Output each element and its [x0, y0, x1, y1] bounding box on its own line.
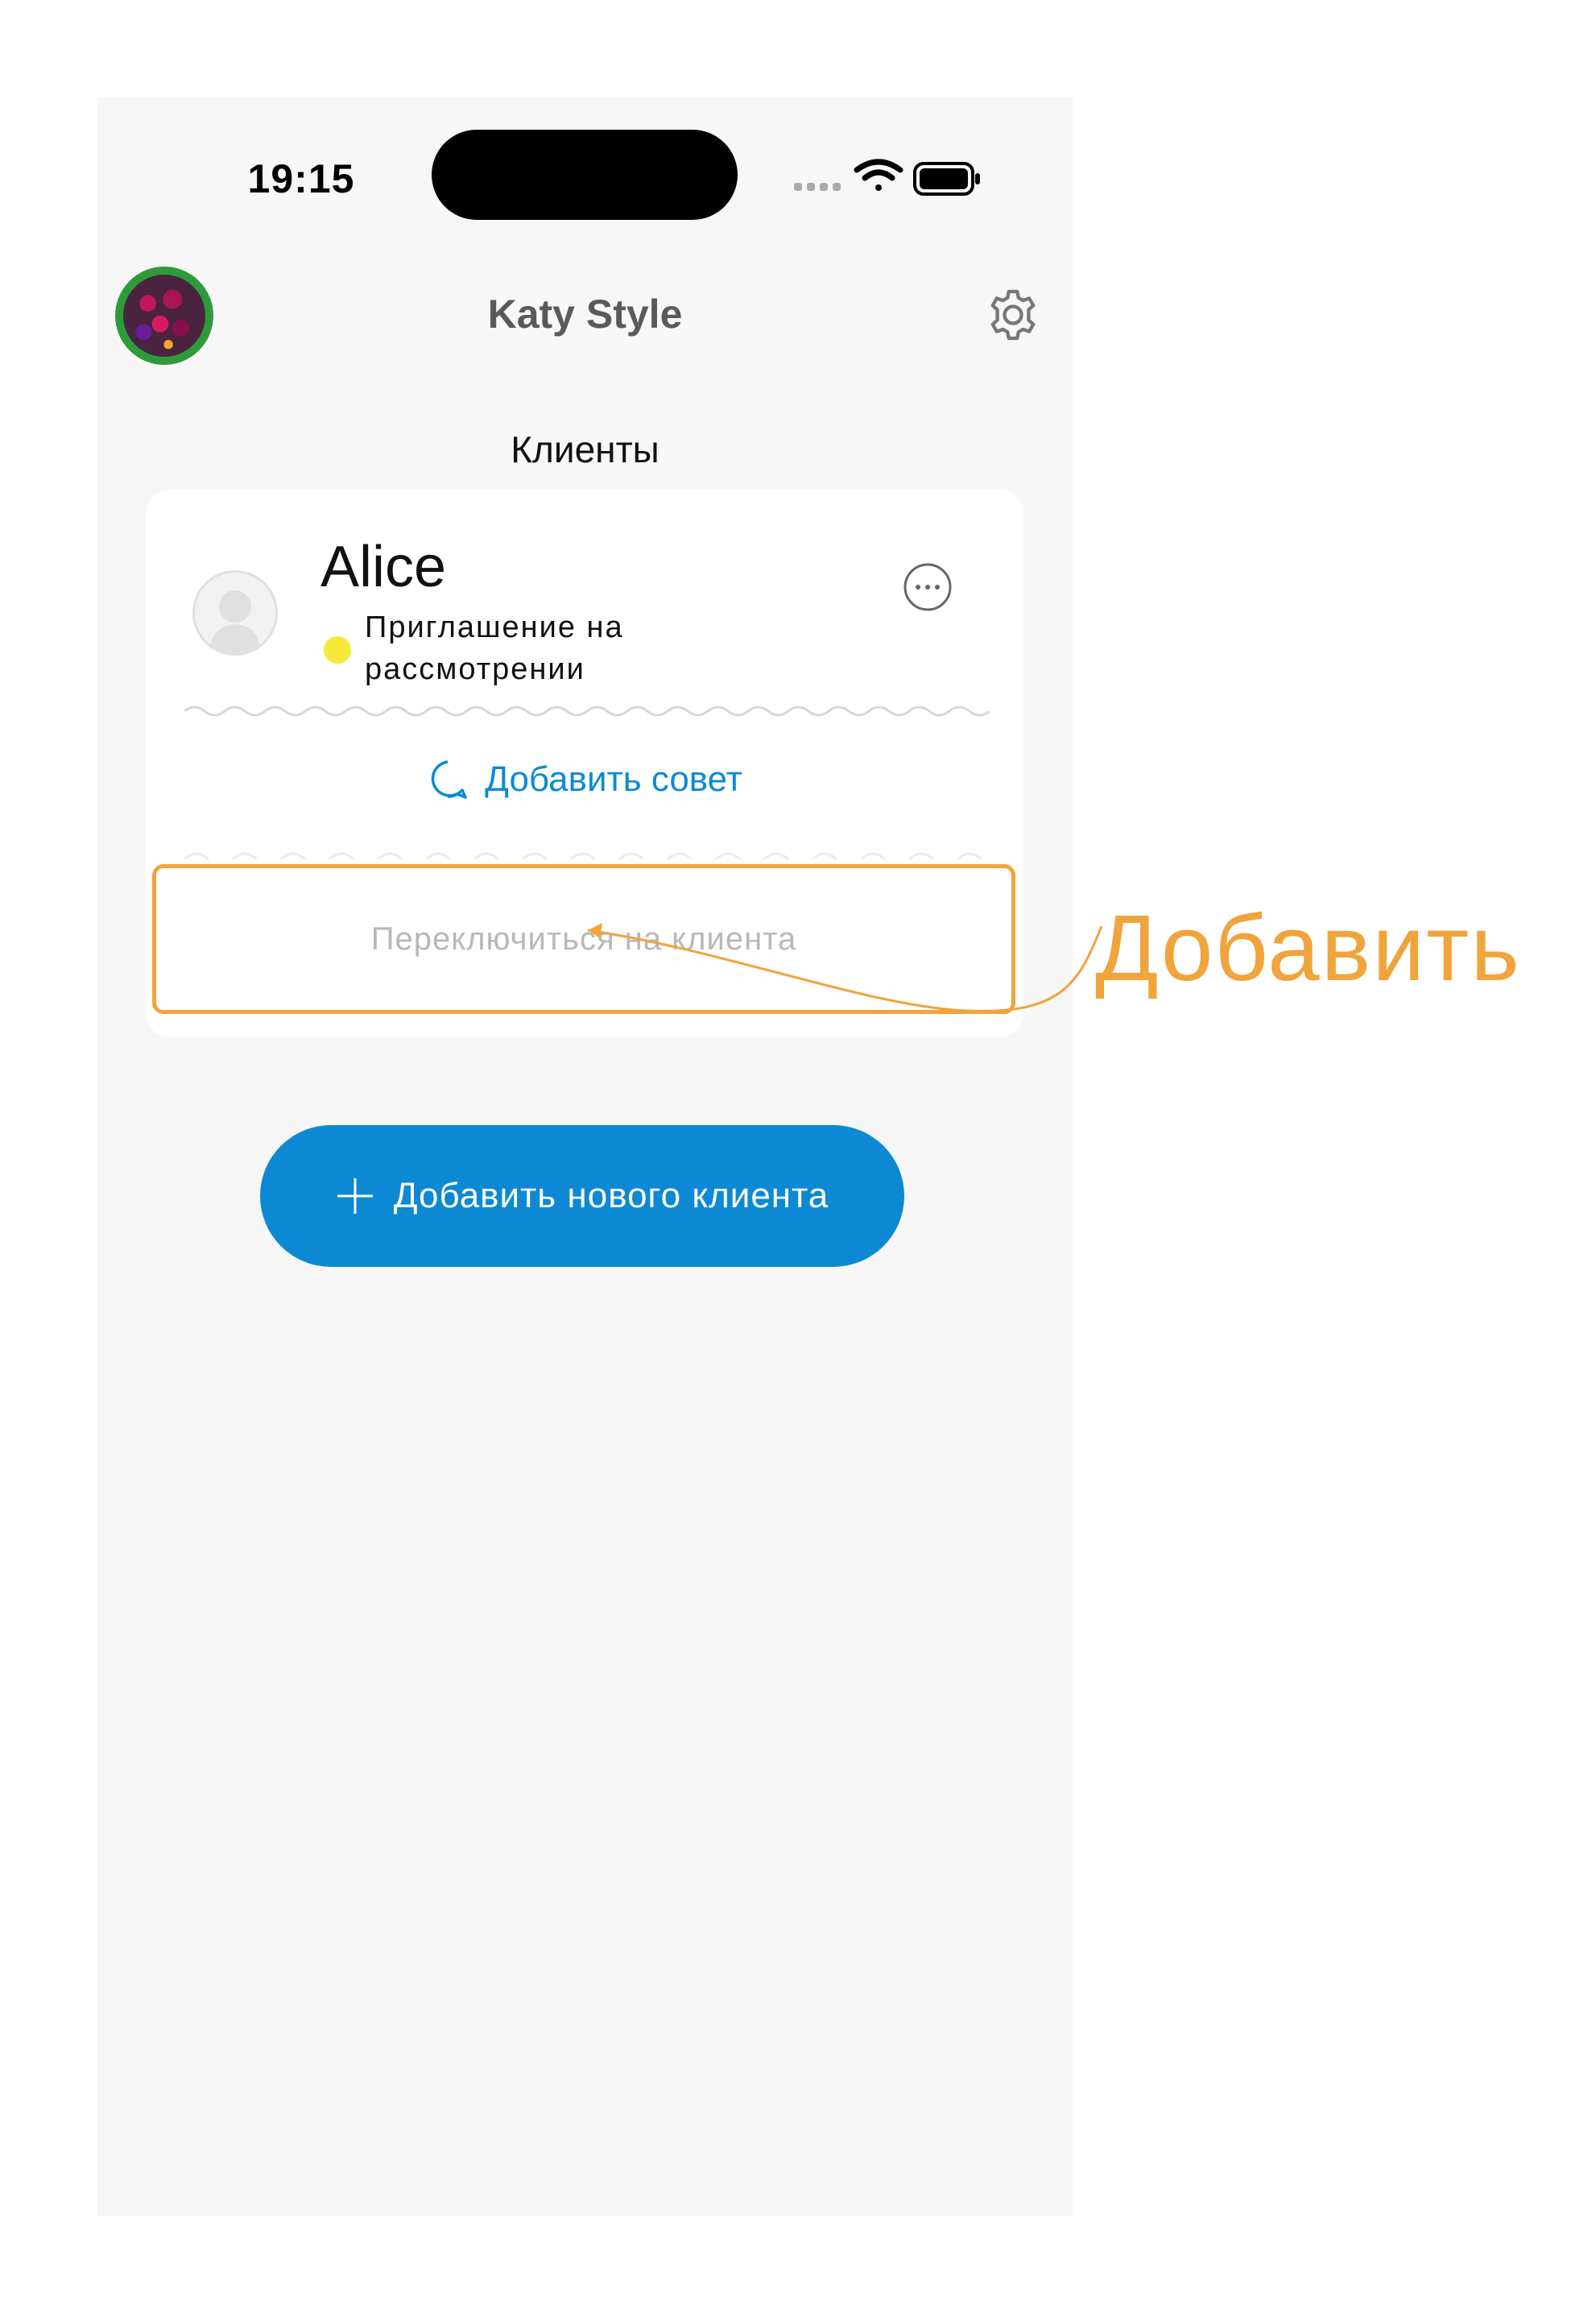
add-new-client-label: Добавить нового клиента [393, 1176, 829, 1215]
annotation-label: Добавить [1095, 896, 1521, 1000]
client-name: Alice [320, 535, 447, 599]
phone-screen: 19:15 Katy Style Клиенты Alice Приглашен… [97, 97, 1073, 2216]
battery-icon [913, 162, 980, 196]
cellular-signal-icon [794, 183, 841, 191]
dotted-divider [184, 852, 983, 859]
add-new-client-button[interactable]: Добавить нового клиента [260, 1125, 904, 1267]
status-icons [794, 159, 980, 196]
client-avatar [192, 570, 278, 656]
add-advice-label: Добавить совет [485, 759, 742, 799]
plus-icon [337, 1178, 373, 1214]
section-title: Клиенты [511, 428, 659, 470]
wavy-divider [184, 706, 990, 717]
more-options-icon[interactable] [903, 562, 953, 612]
person-placeholder-icon [209, 590, 261, 653]
app-title: Katy Style [487, 292, 683, 337]
status-time: 19:15 [247, 156, 355, 201]
add-advice-button[interactable]: Добавить совет [146, 755, 1023, 804]
client-status-line-1: Приглашение на [365, 610, 624, 644]
switch-to-client-button[interactable]: Переключиться на клиента [152, 864, 1015, 1014]
wifi-icon [854, 159, 903, 191]
gear-icon[interactable] [983, 285, 1043, 345]
dynamic-island [432, 130, 738, 220]
client-status: Приглашение на рассмотрении [365, 606, 703, 690]
chat-bubble-icon [431, 760, 467, 799]
client-status-line-2: рассмотрении [365, 652, 585, 686]
switch-to-client-label: Переключиться на клиента [370, 921, 797, 957]
status-dot [324, 636, 351, 664]
